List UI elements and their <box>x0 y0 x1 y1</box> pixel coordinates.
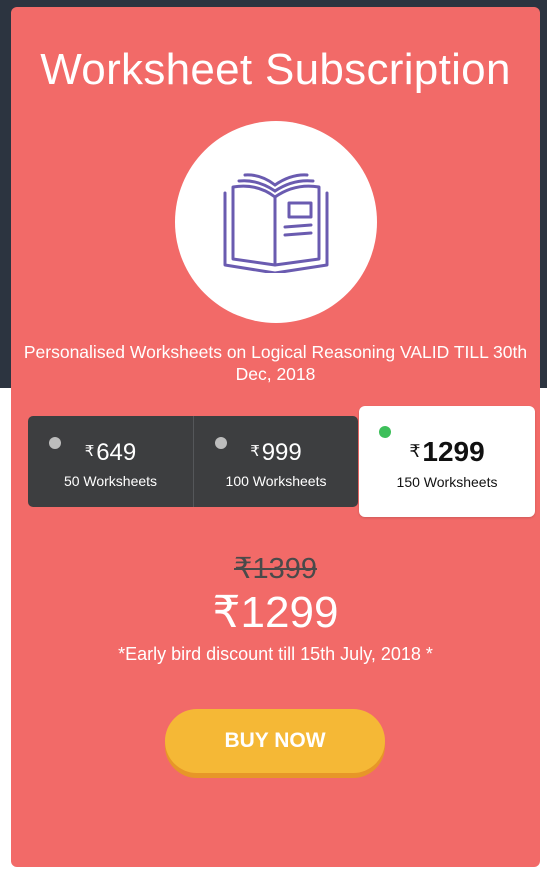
plan-option-649[interactable]: ₹649 50 Worksheets <box>28 416 193 507</box>
page-title: Worksheet Subscription <box>40 45 511 94</box>
plan-price: ₹1299 <box>359 436 535 468</box>
plan-worksheet-count: 150 Worksheets <box>396 474 498 490</box>
rupee-symbol: ₹ <box>84 444 95 460</box>
subscription-card: Worksheet Subscription Personalised Work… <box>11 7 540 867</box>
plan-price: ₹649 <box>28 439 193 467</box>
rupee-symbol: ₹ <box>409 441 421 461</box>
discount-note: *Early bird discount till 15th July, 201… <box>118 644 433 664</box>
plan-option-999[interactable]: ₹999 100 Worksheets <box>193 416 358 507</box>
plan-worksheet-count: 50 Worksheets <box>63 473 158 489</box>
open-book-icon <box>223 173 329 273</box>
plan-price-value: 999 <box>261 439 302 466</box>
plan-price: ₹999 <box>194 439 358 467</box>
plan-price-value: 649 <box>96 439 137 466</box>
plan-worksheet-count: 100 Worksheets <box>225 473 327 489</box>
icon-circle <box>175 121 377 323</box>
buy-now-button[interactable]: BUY NOW <box>165 709 385 773</box>
plan-selector: ₹649 50 Worksheets ₹999 100 Worksheets <box>28 416 358 507</box>
plan-option-1299-selected[interactable]: ₹1299 150 Worksheets <box>359 406 535 517</box>
rupee-symbol: ₹ <box>250 444 260 460</box>
original-price: ₹1399 <box>234 553 317 585</box>
current-price: ₹1299 <box>212 588 339 637</box>
plan-price-value: 1299 <box>422 436 485 467</box>
description-text: Personalised Worksheets on Logical Reaso… <box>23 342 528 384</box>
